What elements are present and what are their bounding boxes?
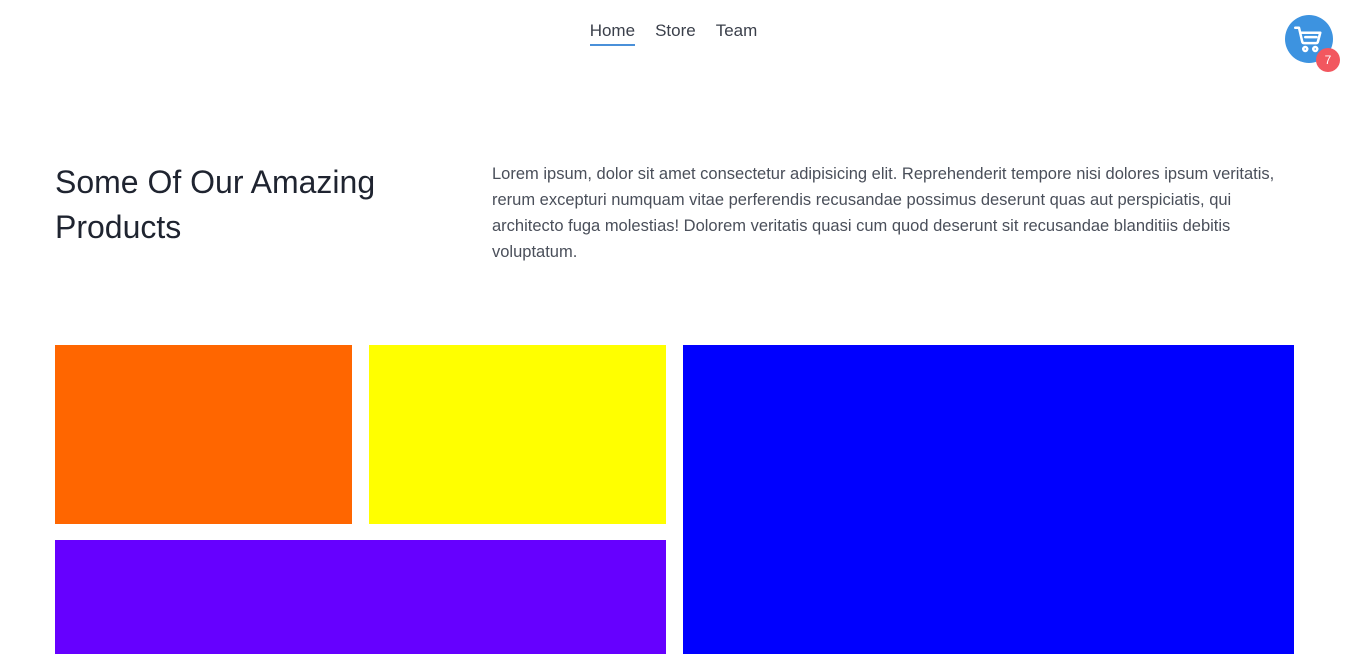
- product-tile-orange[interactable]: [55, 345, 352, 524]
- page: Home Store Team 7 Some Of Our Amazing Pr…: [0, 0, 1347, 654]
- nav-home-link[interactable]: Home: [589, 20, 636, 46]
- product-tile-purple[interactable]: [55, 540, 666, 654]
- cart-button[interactable]: 7: [1285, 15, 1340, 72]
- nav-team-link[interactable]: Team: [716, 20, 758, 46]
- nav-store-link[interactable]: Store: [655, 20, 696, 46]
- cart-count-badge: 7: [1316, 48, 1340, 72]
- main-nav: Home Store Team: [0, 20, 1347, 46]
- product-tile-blue[interactable]: [683, 345, 1294, 654]
- product-tile-yellow[interactable]: [369, 345, 666, 524]
- shopping-cart-icon: [1294, 26, 1322, 53]
- intro-paragraph: Lorem ipsum, dolor sit amet consectetur …: [492, 165, 1275, 261]
- page-title: Some Of Our Amazing Products: [55, 164, 376, 245]
